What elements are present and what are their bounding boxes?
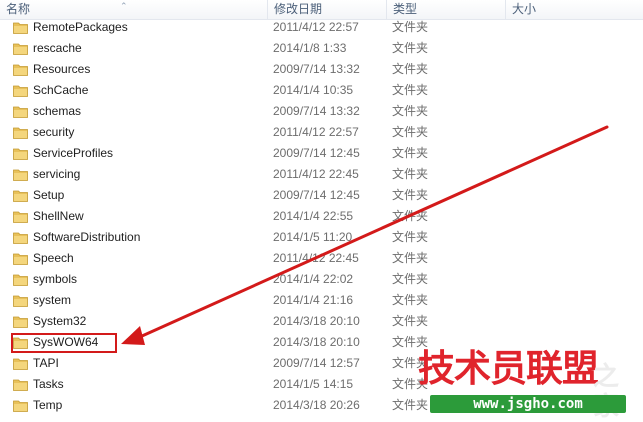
watermark-ghost: 之家 <box>593 362 620 422</box>
file-name: Speech <box>33 251 74 265</box>
file-type: 文件夹 <box>392 20 429 34</box>
file-date: 2009/7/14 13:32 <box>273 104 360 118</box>
file-name: system <box>33 293 72 307</box>
file-date: 2014/3/18 20:10 <box>273 335 360 349</box>
file-date: 2014/1/5 14:15 <box>273 377 354 391</box>
folder-icon <box>13 232 28 244</box>
file-type: 文件夹 <box>392 209 429 223</box>
folder-icon <box>13 253 28 265</box>
file-type: 文件夹 <box>392 314 429 328</box>
file-name: RemotePackages <box>33 20 128 34</box>
file-name: Tasks <box>33 377 64 391</box>
file-name: TAPI <box>33 356 59 370</box>
watermark-url: www.jsgho.com <box>430 395 626 413</box>
file-date: 2009/7/14 12:45 <box>273 146 360 160</box>
folder-icon <box>13 64 28 76</box>
file-date: 2014/1/4 21:16 <box>273 293 354 307</box>
column-header-date-label: 修改日期 <box>274 2 323 16</box>
file-type: 文件夹 <box>392 251 429 265</box>
file-date: 2014/1/4 22:55 <box>273 209 354 223</box>
file-row[interactable]: schemas 2009/7/14 13:32 文件夹 <box>0 101 643 122</box>
folder-icon <box>13 22 28 34</box>
file-date: 2014/3/18 20:26 <box>273 398 360 412</box>
folder-icon <box>13 190 28 202</box>
file-type: 文件夹 <box>392 104 429 118</box>
file-name: ServiceProfiles <box>33 146 114 160</box>
file-date: 2009/7/14 12:57 <box>273 356 360 370</box>
file-name: rescache <box>33 41 82 55</box>
file-type: 文件夹 <box>392 83 429 97</box>
file-type: 文件夹 <box>392 146 429 160</box>
file-name: Setup <box>33 188 65 202</box>
folder-icon <box>13 43 28 55</box>
file-type: 文件夹 <box>392 188 429 202</box>
file-name: SchCache <box>33 83 89 97</box>
folder-icon <box>13 316 28 328</box>
file-name: SoftwareDistribution <box>33 230 141 244</box>
column-header-size-label: 大小 <box>512 2 537 16</box>
file-row[interactable]: Setup 2009/7/14 12:45 文件夹 <box>0 185 643 206</box>
file-row[interactable]: SoftwareDistribution 2014/1/5 11:20 文件夹 <box>0 227 643 248</box>
file-type: 文件夹 <box>392 272 429 286</box>
file-date: 2009/7/14 12:45 <box>273 188 360 202</box>
file-date: 2014/1/5 11:20 <box>273 230 353 244</box>
file-row[interactable]: system 2014/1/4 21:16 文件夹 <box>0 290 643 311</box>
file-date: 2014/1/4 22:02 <box>273 272 354 286</box>
file-row[interactable]: ServiceProfiles 2009/7/14 12:45 文件夹 <box>0 143 643 164</box>
file-date: 2009/7/14 13:32 <box>273 62 360 76</box>
file-type: 文件夹 <box>392 41 429 55</box>
folder-icon <box>13 148 28 160</box>
file-date: 2011/4/12 22:57 <box>273 20 359 34</box>
file-date: 2014/1/4 10:35 <box>273 83 354 97</box>
file-name: security <box>33 125 75 139</box>
file-type: 文件夹 <box>392 230 429 244</box>
folder-icon <box>13 211 28 223</box>
file-date: 2014/3/18 20:10 <box>273 314 360 328</box>
file-name: Resources <box>33 62 91 76</box>
file-row[interactable]: rescache 2014/1/8 1:33 文件夹 <box>0 38 643 59</box>
folder-icon <box>13 295 28 307</box>
file-name: schemas <box>33 104 82 118</box>
file-name: System32 <box>33 314 87 328</box>
file-type: 文件夹 <box>392 62 429 76</box>
file-row[interactable]: security 2011/4/12 22:57 文件夹 <box>0 122 643 143</box>
folder-icon <box>13 106 28 118</box>
file-type: 文件夹 <box>392 167 429 181</box>
column-header-name-label: 名称 <box>6 2 31 16</box>
file-name: symbols <box>33 272 78 286</box>
file-row[interactable]: symbols 2014/1/4 22:02 文件夹 <box>0 269 643 290</box>
file-row[interactable]: System32 2014/3/18 20:10 文件夹 <box>0 311 643 332</box>
file-row[interactable]: Resources 2009/7/14 13:32 文件夹 <box>0 59 643 80</box>
column-header-type-label: 类型 <box>393 2 418 16</box>
folder-icon <box>13 169 28 181</box>
file-type: 文件夹 <box>392 125 429 139</box>
file-type: 文件夹 <box>392 398 429 412</box>
folder-icon <box>13 127 28 139</box>
file-name: ShellNew <box>33 209 84 223</box>
file-date: 2011/4/12 22:45 <box>273 251 359 265</box>
file-row[interactable]: SchCache 2014/1/4 10:35 文件夹 <box>0 80 643 101</box>
file-name: servicing <box>33 167 81 181</box>
file-row[interactable]: Speech 2011/4/12 22:45 文件夹 <box>0 248 643 269</box>
file-row[interactable]: ShellNew 2014/1/4 22:55 文件夹 <box>0 206 643 227</box>
watermark-brand: 技术员联盟 <box>418 347 599 390</box>
folder-icon <box>13 85 28 97</box>
folder-icon <box>13 274 28 286</box>
folder-icon <box>13 358 28 370</box>
file-row[interactable]: RemotePackages 2011/4/12 22:57 文件夹 <box>0 17 643 38</box>
file-type: 文件夹 <box>392 293 429 307</box>
folder-icon <box>13 379 28 391</box>
sort-caret-icon: ⌃ <box>120 1 128 11</box>
file-row[interactable]: servicing 2011/4/12 22:45 文件夹 <box>0 164 643 185</box>
folder-icon <box>13 400 28 412</box>
file-date: 2014/1/8 1:33 <box>273 41 347 55</box>
highlight-box <box>11 333 117 353</box>
file-name: Temp <box>33 398 63 412</box>
file-date: 2011/4/12 22:57 <box>273 125 359 139</box>
file-date: 2011/4/12 22:45 <box>273 167 359 181</box>
